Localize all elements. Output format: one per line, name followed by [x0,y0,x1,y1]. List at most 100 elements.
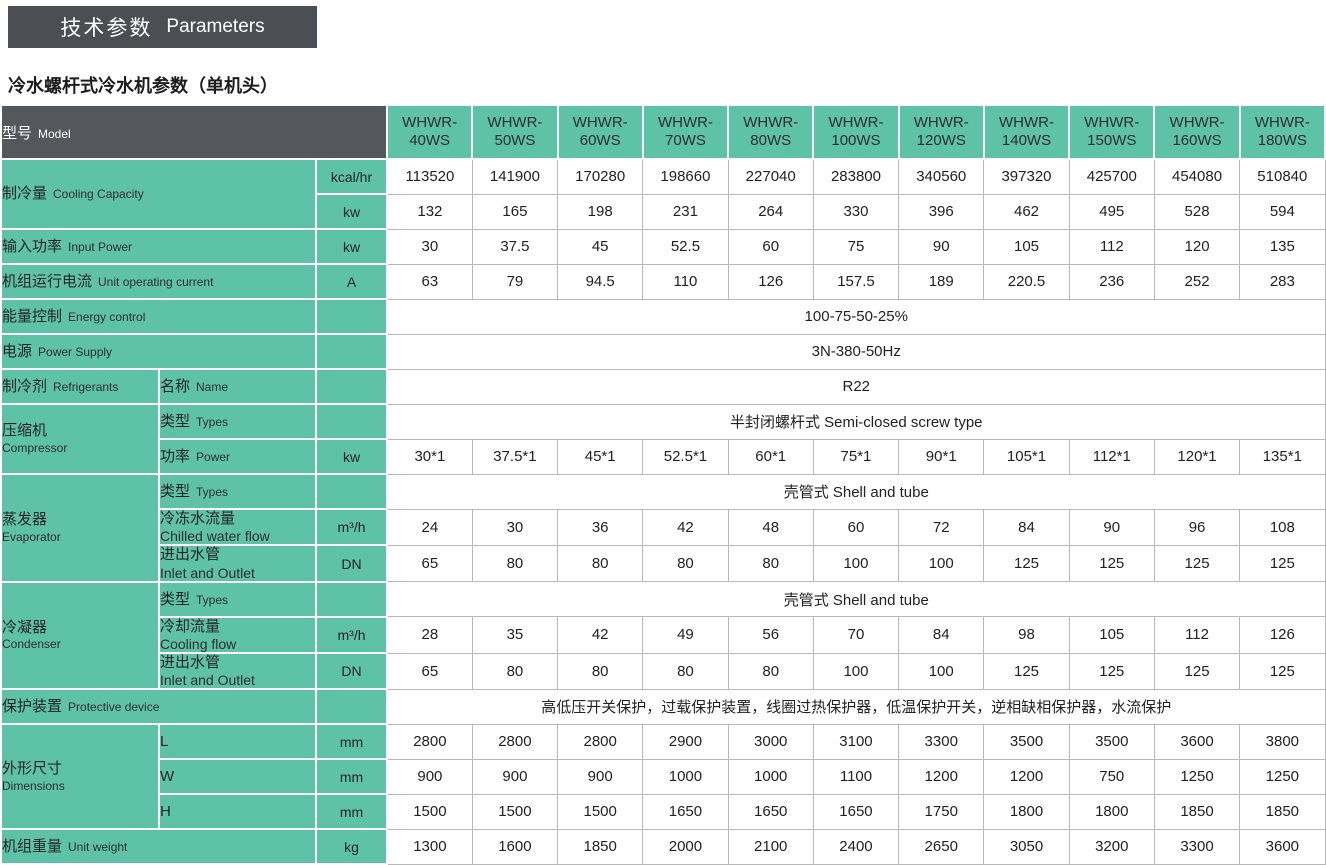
row-group-label-en: Power Supply [38,345,112,359]
table-row: 能量控制Energy control100-75-50-25% [1,299,1325,334]
value-cell: 1800 [1069,794,1154,829]
value-cell: 105 [984,229,1069,264]
unit-cell: mm [316,794,387,829]
value-cell: 125 [1240,653,1325,689]
merged-value-cell: 3N-380-50Hz [387,334,1325,369]
value-cell: 24 [387,509,472,545]
row-sub-label-zh: H [160,803,171,820]
row-sub-label-en: Name [196,380,228,394]
value-cell: 112 [1069,229,1154,264]
value-cell: 900 [558,759,643,794]
value-cell: 80 [558,653,643,689]
value-cell: 35 [472,617,557,653]
value-cell: 165 [472,194,557,229]
value-cell: 1850 [558,829,643,864]
value-cell: 96 [1154,509,1239,545]
row-group-label: 电源 Power Supply [1,334,316,369]
row-group-label: 外形尺寸 Dimensions [1,724,159,829]
value-cell: 141900 [472,159,557,194]
value-cell: 1600 [472,829,557,864]
row-group-label-en: Input Power [68,240,132,254]
row-sub-label: 进出水管Inlet and Outlet [159,545,316,581]
value-cell: 1000 [643,759,728,794]
merged-value-cell: 壳管式 Shell and tube [387,474,1325,509]
value-cell: 105*1 [984,439,1069,474]
value-cell: 170280 [558,159,643,194]
table-row: 冷凝器Condenser类型Types壳管式 Shell and tube [1,582,1325,617]
value-cell: 42 [558,617,643,653]
row-group-label-zh: 输入功率 [2,238,62,255]
row-sub-label-en: Types [196,415,228,429]
value-cell: 30 [387,229,472,264]
row-sub-label: L [159,724,316,759]
row-sub-label-en: Types [196,485,228,499]
value-cell: 1650 [643,794,728,829]
value-cell: 30*1 [387,439,472,474]
row-group-label-zh: 压缩机 [2,422,47,439]
table-row: 蒸发器Evaporator类型Types壳管式 Shell and tube [1,474,1325,509]
unit-cell [316,689,387,724]
row-sub-label: 进出水管Inlet and Outlet [159,653,316,689]
value-cell: 3050 [984,829,1069,864]
row-group-label-zh: 冷凝器 [2,619,47,636]
unit-cell: A [316,264,387,299]
row-sub-label-en: Inlet and Outlet [160,672,315,688]
value-cell: 72 [899,509,984,545]
value-cell: 48 [728,509,813,545]
row-group-label-en: Compressor [2,442,158,456]
row-group-label-zh: 电源 [2,343,32,360]
value-cell: 90*1 [899,439,984,474]
row-group-label-en: Evaporator [2,531,158,545]
unit-cell: kg [316,829,387,864]
row-sub-label-zh: 名称 [160,378,190,395]
unit-cell: m³/h [316,509,387,545]
value-cell: 198 [558,194,643,229]
row-sub-label: 功率Power [159,439,316,474]
row-sub-label-en: Chilled water flow [160,528,315,544]
table-row: 制冷量Cooling Capacitykcal/hr11352014190017… [1,159,1325,194]
value-cell: 3300 [899,724,984,759]
section-banner: 技术参数 Parameters [8,6,317,48]
row-sub-label-zh: 进出水管 [160,654,220,671]
value-cell: 3600 [1154,724,1239,759]
row-group-label: 机组重量Unit weight [1,829,316,864]
value-cell: 70 [813,617,898,653]
unit-cell: DN [316,653,387,689]
value-cell: 227040 [728,159,813,194]
row-group-label-en: Dimensions [2,780,158,794]
merged-value-cell: 壳管式 Shell and tube [387,582,1325,617]
model-column-header: WHWR- 40WS [387,105,472,159]
table-row: Hmm1500150015001650165016501750180018001… [1,794,1325,829]
row-group-label: 能量控制Energy control [1,299,316,334]
table-row: 功率Powerkw30*137.5*145*152.5*160*175*190*… [1,439,1325,474]
row-group-label-zh: 外形尺寸 [2,760,62,777]
value-cell: 3500 [984,724,1069,759]
value-cell: 45*1 [558,439,643,474]
model-column-header: WHWR- 70WS [643,105,728,159]
table-row: 进出水管Inlet and OutletDN658080808010010012… [1,653,1325,689]
row-sub-label: 冷却流量Cooling flow [159,617,316,653]
value-cell: 1300 [387,829,472,864]
model-column-header: WHWR- 100WS [813,105,898,159]
row-sub-label: W [159,759,316,794]
value-cell: 98 [984,617,1069,653]
value-cell: 125 [1069,653,1154,689]
value-cell: 454080 [1154,159,1239,194]
table-row: 冷冻水流量Chilled water flowm³/h2430364248607… [1,509,1325,545]
table-row: 输入功率Input Powerkw3037.54552.560759010511… [1,229,1325,264]
value-cell: 56 [728,617,813,653]
row-group-label-en: Protective device [68,700,159,714]
value-cell: 80 [643,653,728,689]
row-group-label-en: Unit weight [68,840,127,854]
value-cell: 100 [899,653,984,689]
value-cell: 1000 [728,759,813,794]
model-header-cell: 型号Model [1,105,387,159]
table-row: 进出水管Inlet and OutletDN658080808010010012… [1,545,1325,581]
table-row: 机组运行电流Unit operating currentA637994.5110… [1,264,1325,299]
row-sub-label: 冷冻水流量Chilled water flow [159,509,316,545]
value-cell: 1650 [813,794,898,829]
unit-cell: m³/h [316,617,387,653]
row-sub-label-zh: L [160,733,168,750]
spec-table: 型号Model WHWR- 40WSWHWR- 50WSWHWR- 60WSWH… [0,104,1326,865]
value-cell: 1850 [1240,794,1325,829]
